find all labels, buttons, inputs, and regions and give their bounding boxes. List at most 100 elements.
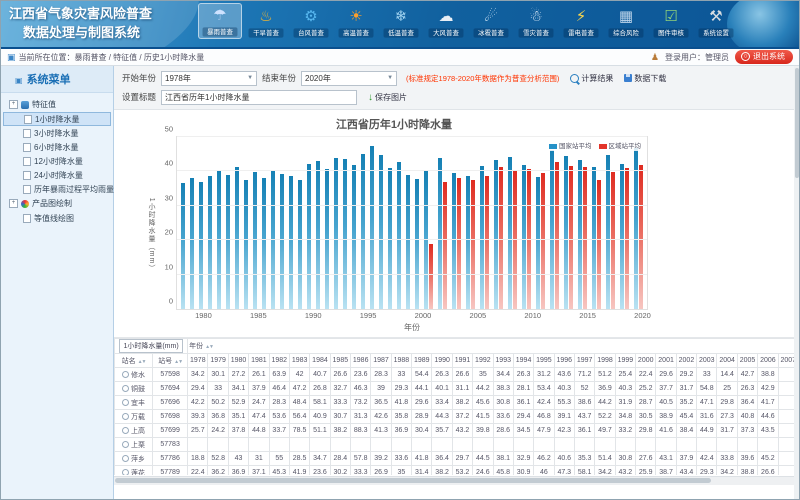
station-id-cell: 57698 xyxy=(153,410,188,424)
regional-station-bar xyxy=(499,167,503,309)
sort-icons[interactable]: ▲▼ xyxy=(138,359,146,365)
value-cell: 31.4 xyxy=(412,466,432,476)
toolbar-item-雪灾普查[interactable]: ☃雪灾普查 xyxy=(515,5,557,39)
toolbar-item-雷电普查[interactable]: ⚡雷电普查 xyxy=(560,5,602,39)
sidebar-group-产品图绘制[interactable]: +产品图绘制 xyxy=(3,196,111,211)
year-column-header: 2004 xyxy=(717,354,737,368)
end-year-select[interactable]: 2020年▼ xyxy=(301,71,397,86)
toolbar-item-图件审核[interactable]: ☑图件审核 xyxy=(650,5,692,39)
value-cell: 34.2 xyxy=(595,466,615,476)
sidebar-group-特征值[interactable]: +特征值 xyxy=(3,97,111,112)
expand-toggle-icon[interactable]: + xyxy=(9,199,18,208)
toolbar-item-大风普查[interactable]: ☁大风普查 xyxy=(425,5,467,39)
toolbar-item-综合风险[interactable]: ▦综合风险 xyxy=(605,5,647,39)
value-cell xyxy=(412,438,432,452)
sidebar-item-label: 6小时降水量 xyxy=(34,142,78,153)
value-cell: 23.6 xyxy=(351,368,371,382)
year-column-header: 1996 xyxy=(554,354,574,368)
sidebar-item-24小时降水量[interactable]: 24小时降水量 xyxy=(3,168,111,182)
regional-station-bar xyxy=(611,172,615,309)
legend-item: 国家站平均 xyxy=(549,140,592,150)
y-tick-label: 30 xyxy=(165,193,173,202)
location-icon: ▣ xyxy=(7,52,16,63)
high-temp-icon: ☀ xyxy=(335,7,377,27)
bar-group-2007 xyxy=(452,137,461,309)
row-radio-button[interactable] xyxy=(122,371,129,378)
year-group-label: 年份 xyxy=(189,343,205,350)
start-year-select[interactable]: 1978年▼ xyxy=(161,71,257,86)
value-cell: 44.2 xyxy=(473,382,493,396)
row-radio-button[interactable] xyxy=(122,455,129,462)
chart-title-input[interactable] xyxy=(161,90,357,105)
toolbar-item-高温普查[interactable]: ☀高温普查 xyxy=(335,5,377,39)
national-station-bar xyxy=(289,176,293,309)
national-station-bar xyxy=(406,175,410,309)
row-radio-button[interactable] xyxy=(122,413,129,420)
value-cell: 54.8 xyxy=(697,382,717,396)
logout-button[interactable]: ○ 退出系统 xyxy=(735,50,793,64)
value-cell: 58.1 xyxy=(310,396,330,410)
year-column-header: 1992 xyxy=(473,354,493,368)
row-radio-button[interactable] xyxy=(122,469,129,475)
y-axis-title: 1小时降水量（mm） xyxy=(146,197,156,272)
value-cell: 44.8 xyxy=(249,424,269,438)
vertical-scrollbar[interactable] xyxy=(794,66,799,500)
horizontal-scrollbar[interactable] xyxy=(114,476,799,485)
value-cell: 39.6 xyxy=(737,452,757,466)
bar-group-2013 xyxy=(536,137,545,309)
sidebar-item-6小时降水量[interactable]: 6小时降水量 xyxy=(3,140,111,154)
sidebar-item-12小时降水量[interactable]: 12小时降水量 xyxy=(3,154,111,168)
sidebar-item-等值线绘图[interactable]: 等值线绘图 xyxy=(3,211,111,225)
sort-icons[interactable]: ▲▼ xyxy=(174,359,182,365)
value-cell: 46.8 xyxy=(534,410,554,424)
value-cell: 47.2 xyxy=(289,382,309,396)
expand-toggle-icon[interactable]: + xyxy=(9,100,18,109)
station-id-sort-header[interactable]: 站号 ▲▼ xyxy=(153,354,188,368)
year-column-header: 1990 xyxy=(432,354,452,368)
year-sort-header[interactable]: 年份 ▲▼ xyxy=(188,339,799,354)
y-tick-label: 40 xyxy=(165,159,173,168)
save-image-button[interactable]: ↓ 保存图片 xyxy=(368,92,407,103)
value-cell: 26.6 xyxy=(758,466,778,476)
rainstorm-icon: ☂ xyxy=(199,6,241,26)
value-cell: 28.9 xyxy=(412,410,432,424)
value-cell: 27.3 xyxy=(717,410,737,424)
map-review-icon: ☑ xyxy=(650,7,692,27)
toolbar-item-台风普查[interactable]: ⚙台风普查 xyxy=(290,5,332,39)
value-cell: 36.4 xyxy=(737,396,757,410)
gale-icon: ☁ xyxy=(425,7,467,27)
value-cell xyxy=(595,438,615,452)
value-cell: 45.6 xyxy=(473,396,493,410)
row-radio-button[interactable] xyxy=(122,441,129,448)
hscroll-thumb[interactable] xyxy=(115,478,711,483)
national-station-bar xyxy=(316,161,320,309)
x-tick-label: 1980 xyxy=(195,311,212,320)
data-download-button[interactable]: 数据下载 xyxy=(624,73,666,84)
row-radio-button[interactable] xyxy=(122,427,129,434)
value-cell: 28.3 xyxy=(269,396,289,410)
toolbar-item-干旱普查[interactable]: ♨干旱普查 xyxy=(245,5,287,39)
station-name-sort-header[interactable]: 站名 ▲▼ xyxy=(115,354,153,368)
value-cell: 43.7 xyxy=(574,410,594,424)
calc-result-button[interactable]: 计算结果 xyxy=(570,73,613,84)
sidebar-item-1小时降水量[interactable]: 1小时降水量 xyxy=(3,112,111,126)
bar-group-1989 xyxy=(280,137,284,309)
value-cell xyxy=(656,438,676,452)
value-cell: 22.4 xyxy=(636,368,656,382)
toolbar-item-冰雹普查[interactable]: ☄冰雹普查 xyxy=(470,5,512,39)
user-icon: ♟ xyxy=(651,52,659,63)
bar-group-2009 xyxy=(480,137,489,309)
row-radio-button[interactable] xyxy=(122,385,129,392)
row-radio-button[interactable] xyxy=(122,399,129,406)
sidebar-item-历年暴雨过程平均雨量[interactable]: 历年暴雨过程平均雨量 xyxy=(3,182,111,196)
vscroll-thumb[interactable] xyxy=(795,68,799,178)
x-axis-title: 年份 xyxy=(176,322,648,333)
sort-icons[interactable]: ▲▼ xyxy=(205,344,213,350)
toolbar-item-暴雨普查[interactable]: ☂暴雨普查 xyxy=(198,3,242,39)
app-title: 江西省气象灾害风险普查 数据处理与制图系统 xyxy=(9,5,152,43)
toolbar-item-低温普查[interactable]: ❄低温普查 xyxy=(380,5,422,39)
toolbar-item-系统设置[interactable]: ⚒系统设置 xyxy=(695,5,737,39)
sidebar-item-3小时降水量[interactable]: 3小时降水量 xyxy=(3,126,111,140)
value-cell: 44.5 xyxy=(473,452,493,466)
bar-group-2000 xyxy=(379,137,383,309)
